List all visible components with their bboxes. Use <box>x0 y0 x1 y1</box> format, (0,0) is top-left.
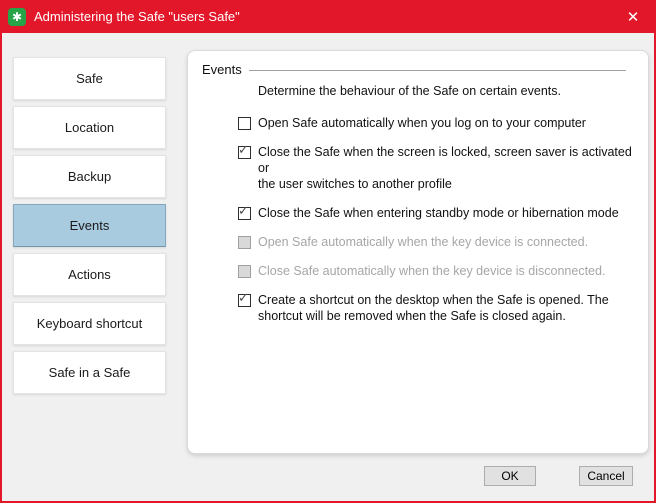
sidebar-item-label: Keyboard shortcut <box>37 316 143 331</box>
sidebar-item-label: Location <box>65 120 114 135</box>
checkbox-row: ✓ Close Safe automatically when the key … <box>238 263 641 279</box>
checkbox: ✓ <box>238 265 251 278</box>
checkmark-icon: ✓ <box>238 143 249 156</box>
sidebar-item-label: Backup <box>68 169 111 184</box>
checkbox-row: ✓ Close the Safe when the screen is lock… <box>238 144 641 192</box>
ok-button[interactable]: OK <box>484 466 536 486</box>
checkbox: ✓ <box>238 236 251 249</box>
window-title: Administering the Safe "users Safe" <box>34 9 240 24</box>
checkbox-label: Close Safe automatically when the key de… <box>258 263 605 279</box>
sidebar-item-backup[interactable]: Backup <box>13 155 166 198</box>
sidebar-item-label: Safe <box>76 71 103 86</box>
checkbox-row: ✓ Open Safe automatically when you log o… <box>238 115 641 131</box>
sidebar-item-safe[interactable]: Safe <box>13 57 166 100</box>
sidebar-item-location[interactable]: Location <box>13 106 166 149</box>
sidebar-item-events[interactable]: Events <box>13 204 166 247</box>
checkbox[interactable]: ✓ <box>238 146 251 159</box>
checkbox[interactable]: ✓ <box>238 294 251 307</box>
sidebar-item-keyboard-shortcut[interactable]: Keyboard shortcut <box>13 302 166 345</box>
sidebar-item-safe-in-a-safe[interactable]: Safe in a Safe <box>13 351 166 394</box>
checkbox[interactable]: ✓ <box>238 207 251 220</box>
checkbox-row: ✓ Close the Safe when entering standby m… <box>238 205 641 221</box>
sidebar-item-label: Actions <box>68 267 111 282</box>
panel-description: Determine the behaviour of the Safe on c… <box>258 84 561 98</box>
panel-title: Events <box>202 62 242 77</box>
sidebar-item-label: Safe in a Safe <box>49 365 131 380</box>
header-divider <box>249 70 626 71</box>
checkbox-label[interactable]: Close the Safe when the screen is locked… <box>258 144 641 192</box>
checkbox[interactable]: ✓ <box>238 117 251 130</box>
checkbox-label[interactable]: Close the Safe when entering standby mod… <box>258 205 619 221</box>
events-panel: Events Determine the behaviour of the Sa… <box>187 50 649 454</box>
checkbox-list: ✓ Open Safe automatically when you log o… <box>238 115 641 337</box>
titlebar[interactable]: ✱ Administering the Safe "users Safe" ✕ <box>0 0 656 33</box>
sidebar: Safe Location Backup Events Actions Keyb… <box>2 33 189 501</box>
safe-app-icon: ✱ <box>8 8 26 26</box>
checkmark-icon: ✓ <box>238 204 249 217</box>
checkbox-row: ✓ Open Safe automatically when the key d… <box>238 234 641 250</box>
sidebar-item-label: Events <box>70 218 110 233</box>
cancel-button[interactable]: Cancel <box>579 466 633 486</box>
checkbox-label[interactable]: Create a shortcut on the desktop when th… <box>258 292 609 324</box>
checkbox-label[interactable]: Open Safe automatically when you log on … <box>258 115 586 131</box>
checkbox-row: ✓ Create a shortcut on the desktop when … <box>238 292 641 324</box>
checkbox-label: Open Safe automatically when the key dev… <box>258 234 588 250</box>
sidebar-item-actions[interactable]: Actions <box>13 253 166 296</box>
checkmark-icon: ✓ <box>238 291 249 304</box>
dialog-window: ✱ Administering the Safe "users Safe" ✕ … <box>0 0 656 503</box>
close-icon[interactable]: ✕ <box>610 0 656 33</box>
